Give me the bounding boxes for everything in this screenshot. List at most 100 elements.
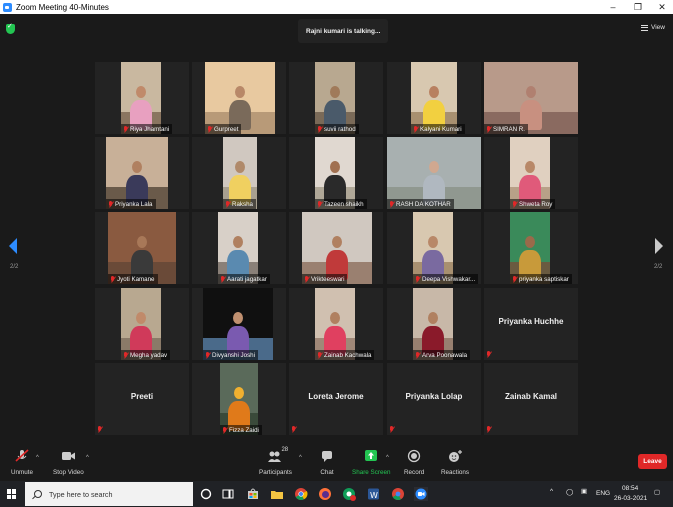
close-button[interactable]: ✕ xyxy=(651,0,673,14)
participant-tile[interactable]: Loreta Jerome xyxy=(289,363,383,435)
participant-tile[interactable]: Megha yadav xyxy=(95,288,189,360)
participant-tile[interactable]: Gurpreet xyxy=(192,62,286,134)
participant-name: Megha yadav xyxy=(130,351,168,359)
chrome-window-icon[interactable] xyxy=(391,487,405,501)
participant-tile[interactable]: Priyanka Lala xyxy=(95,137,189,209)
mic-muted-icon xyxy=(225,200,230,208)
share-screen-icon xyxy=(363,449,379,463)
participant-tile[interactable]: Arva Poonawala xyxy=(387,288,481,360)
mic-muted-icon xyxy=(389,426,394,433)
participant-name-tag: Kalyani Kumari xyxy=(411,124,465,134)
chat-button[interactable]: Chat xyxy=(319,449,335,476)
participant-tile[interactable]: SIMRAN R. xyxy=(484,62,578,134)
participant-tile[interactable]: Priyanka Lolap xyxy=(387,363,481,435)
participant-tile[interactable]: Zainab Kachwala xyxy=(289,288,383,360)
participant-name: Priyanka Lala xyxy=(115,200,153,208)
notifications-icon[interactable]: ▢ xyxy=(654,488,660,496)
participant-tile[interactable]: Jyoti Kamane xyxy=(95,212,189,284)
unmute-button[interactable]: Unmute xyxy=(11,449,33,476)
minimize-button[interactable]: – xyxy=(602,0,624,14)
windows-start-icon[interactable] xyxy=(7,489,17,499)
mic-muted-icon xyxy=(415,351,420,359)
meeting-toolbar: Unmute ^ Stop Video ^ 28 Participants ^ … xyxy=(0,445,673,481)
mic-muted-icon xyxy=(486,351,491,358)
title-bar: Zoom Meeting 40-Minutes – ❐ ✕ xyxy=(0,0,673,14)
participant-tile[interactable]: Tazeen shaikh xyxy=(289,137,383,209)
participant-tile[interactable]: suvii rathod xyxy=(289,62,383,134)
tray-expand-icon[interactable]: ^ xyxy=(550,488,553,495)
chrome-profile-icon[interactable] xyxy=(342,487,356,501)
participant-tile[interactable]: Divyanshi Joshi xyxy=(192,288,286,360)
participant-name: Zainab Kamal xyxy=(504,392,557,401)
record-button[interactable]: Record xyxy=(404,449,424,476)
audio-options-caret-icon[interactable]: ^ xyxy=(36,455,39,461)
maximize-button[interactable]: ❐ xyxy=(627,0,649,14)
stop-video-button[interactable]: Stop Video xyxy=(53,449,84,476)
participants-icon: 28 xyxy=(267,447,288,463)
store-icon[interactable] xyxy=(246,487,260,501)
tray-app-icon[interactable]: ◯ xyxy=(566,488,573,496)
participant-tile[interactable]: Aarati jagatkar xyxy=(192,212,286,284)
participant-tile[interactable]: Priyanka Huchhe xyxy=(484,288,578,360)
participant-tile[interactable]: Preeti xyxy=(95,363,189,435)
view-label: View xyxy=(651,24,665,31)
taskbar-search-box[interactable]: Type here to search xyxy=(25,482,193,506)
participant-name-tag: Riya Jhamtani xyxy=(121,124,173,134)
participant-tile[interactable]: Raksha xyxy=(192,137,286,209)
cortana-icon[interactable] xyxy=(199,487,213,501)
participant-tile[interactable]: Riya Jhamtani xyxy=(95,62,189,134)
page-indicator-right: 2/2 xyxy=(654,264,663,270)
chrome-icon[interactable] xyxy=(294,487,308,501)
mic-muted-icon xyxy=(108,200,113,208)
prev-page-arrow-icon[interactable] xyxy=(9,238,17,254)
participant-tile[interactable]: Shweta Roy xyxy=(484,137,578,209)
participant-name-tag: priyanka saptiskar xyxy=(510,274,572,284)
file-explorer-icon[interactable] xyxy=(270,487,284,501)
mic-muted-icon xyxy=(317,125,322,133)
security-shield-icon[interactable] xyxy=(6,22,15,34)
firefox-icon[interactable] xyxy=(318,487,332,501)
participant-name-tag: Aarati jagatkar xyxy=(218,274,270,284)
participant-name: Arva Poonawala xyxy=(422,351,468,359)
participant-tile[interactable]: Deepa Vishwakar... xyxy=(387,212,481,284)
zoom-taskbar-icon[interactable] xyxy=(414,487,428,501)
participant-name-tag: Jyoti Kamane xyxy=(108,274,158,284)
chat-bubble-icon xyxy=(319,449,335,463)
participant-name: Priyanka Lolap xyxy=(405,392,463,401)
share-screen-label: Share Screen xyxy=(352,469,391,476)
clock-date[interactable]: 26-03-2021 xyxy=(614,495,647,502)
next-page-arrow-icon[interactable] xyxy=(655,238,663,254)
mic-muted-icon xyxy=(110,275,115,283)
reactions-button[interactable]: Reactions xyxy=(441,449,469,476)
participant-name-tag: Shweta Roy xyxy=(510,199,556,209)
clock-time[interactable]: 08:54 xyxy=(622,485,638,492)
participant-name-tag: Tazeen shaikh xyxy=(315,199,367,209)
participant-tile[interactable]: Zainab Kamal xyxy=(484,363,578,435)
video-options-caret-icon[interactable]: ^ xyxy=(86,455,89,461)
word-icon[interactable]: W xyxy=(366,487,380,501)
task-view-icon[interactable] xyxy=(221,487,235,501)
mic-muted-icon xyxy=(123,351,128,359)
window-title: Zoom Meeting 40-Minutes xyxy=(16,2,109,12)
mic-muted-icon xyxy=(389,200,394,208)
page-indicator-left: 2/2 xyxy=(10,264,19,270)
participant-tile[interactable]: Fizza Zaidi xyxy=(192,363,286,435)
participants-button[interactable]: 28 Participants xyxy=(259,447,292,476)
mic-muted-icon xyxy=(220,275,225,283)
windows-taskbar: Type here to search W ^ ◯ ▣ ENG 08:54 26… xyxy=(0,481,673,507)
view-button[interactable]: View xyxy=(641,24,665,31)
network-icon[interactable]: ▣ xyxy=(581,487,587,495)
chat-label: Chat xyxy=(320,469,334,476)
participants-caret-icon[interactable]: ^ xyxy=(299,455,302,461)
language-indicator[interactable]: ENG xyxy=(596,490,610,497)
share-screen-button[interactable]: Share Screen xyxy=(352,449,391,476)
share-options-caret-icon[interactable]: ^ xyxy=(386,455,389,461)
participant-name: Kalyani Kumari xyxy=(420,125,462,133)
grid-menu-icon xyxy=(641,24,648,31)
participant-tile[interactable]: Vrikteeswari xyxy=(289,212,383,284)
participant-tile[interactable]: priyanka saptiskar xyxy=(484,212,578,284)
leave-button[interactable]: Leave xyxy=(638,454,667,469)
participant-tile[interactable]: RASH DA KOTHAR xyxy=(387,137,481,209)
participant-tile[interactable]: Kalyani Kumari xyxy=(387,62,481,134)
participant-name-tag: Megha yadav xyxy=(121,350,171,360)
